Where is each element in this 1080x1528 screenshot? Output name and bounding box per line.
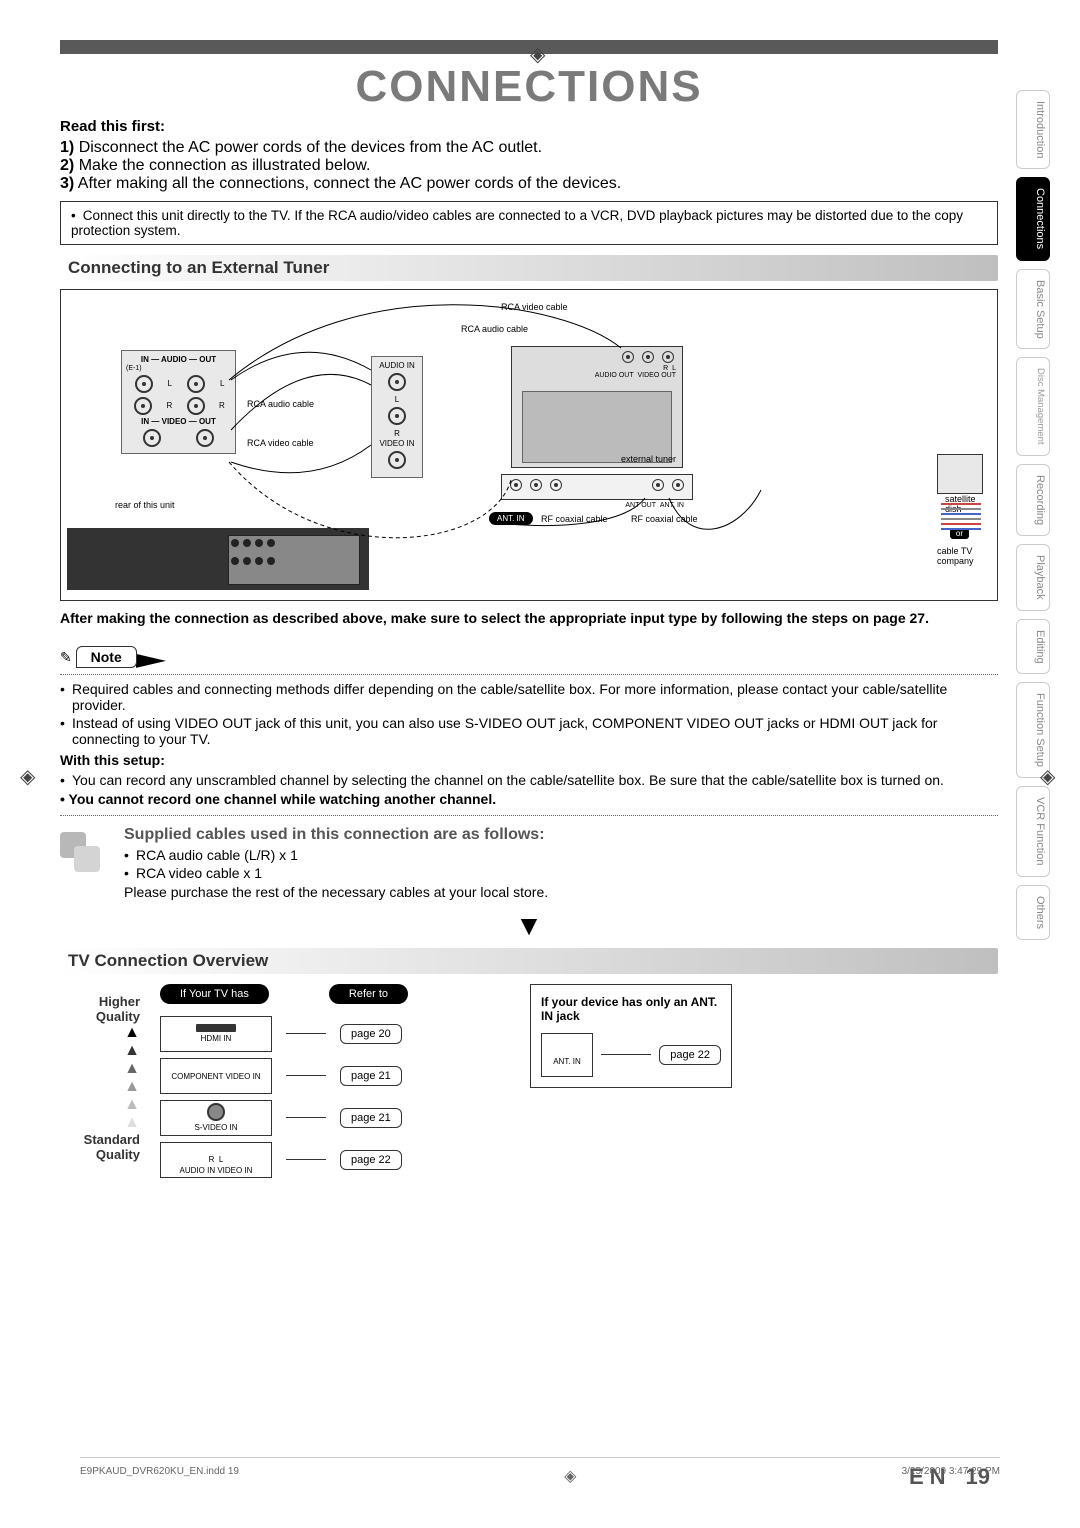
section-heading-overview: TV Connection Overview [60, 948, 998, 974]
note-item: Instead of using VIDEO OUT jack of this … [60, 715, 998, 747]
label-rf1: RF coaxial cable [541, 514, 608, 524]
step-text: Disconnect the AC power cords of the dev… [79, 139, 542, 156]
section-heading-tuner: Connecting to an External Tuner [60, 255, 998, 281]
svideo-in-box: S-VIDEO IN [160, 1100, 272, 1136]
with-setup-heading: With this setup: [60, 751, 998, 770]
tab-introduction[interactable]: Introduction [1016, 90, 1050, 169]
page-title: CONNECTIONS [60, 62, 998, 112]
label-rca-audio-cable: RCA audio cable [247, 399, 327, 409]
label-video-in: VIDEO IN [376, 439, 418, 449]
cannot-record-line: • You cannot record one channel while wa… [60, 790, 998, 809]
tab-playback[interactable]: Playback [1016, 544, 1050, 611]
supplied-icon [60, 832, 110, 882]
ant-in-jack-icon: ANT. IN [541, 1033, 593, 1077]
step-text: After making all the connections, connec… [78, 175, 621, 192]
main-content: CONNECTIONS Read this first: 1) Disconne… [60, 40, 1006, 1184]
label-rca-video-cable: RCA video cable [247, 438, 314, 448]
tab-connections[interactable]: Connections [1016, 177, 1050, 260]
label-in-audio-out: IN — AUDIO — OUT [126, 355, 231, 365]
cable-company-icon [941, 500, 981, 534]
supplied-item: RCA audio cable (L/R) x 1 [124, 847, 998, 863]
supplied-footnote: Please purchase the rest of the necessar… [124, 883, 998, 902]
note-flag: ✎ Note [60, 646, 998, 668]
note-label: Note [76, 646, 137, 668]
supplied-cables-box: Supplied cables used in this connection … [60, 826, 998, 902]
header-refer-to: Refer to [329, 984, 408, 1004]
read-first-heading: Read this first: [60, 118, 998, 135]
with-setup-list: You can record any unscrambled channel b… [60, 772, 998, 788]
quality-scale: Higher Quality ▲ ▲ ▲ ▲ ▲ ▲ Standard Qual… [60, 984, 140, 1162]
external-tuner-box: ANT OUT ANT. IN [501, 474, 693, 500]
down-arrow-icon: ▼ [60, 910, 998, 942]
unit-rear-illustration [67, 528, 369, 590]
page-ref: page 22 [659, 1045, 721, 1065]
step-text: Make the connection as illustrated below… [79, 157, 371, 174]
label-audio-in: AUDIO IN [376, 361, 418, 371]
header-bar [60, 40, 998, 54]
satellite-dish-icon [937, 454, 983, 494]
connection-diagram: IN — AUDIO — OUT (E-1) L L R R IN — VIDE… [60, 289, 998, 601]
print-metadata: E9PKAUD_DVR620KU_EN.indd 19 ◈ 3/25/2009 … [80, 1457, 1000, 1486]
step-num: 2) [60, 157, 74, 174]
indd-file: E9PKAUD_DVR620KU_EN.indd 19 [80, 1466, 239, 1486]
registration-mark-right: ◈ [1040, 764, 1060, 784]
supplied-title: Supplied cables used in this connection … [124, 826, 998, 844]
registration-mark-top: ◈ [530, 42, 550, 62]
ant-box-title: If your device has only an ANT. IN jack [541, 995, 721, 1023]
label-cable-company: cable TV company [937, 546, 987, 566]
label-e1: (E-1) [126, 365, 231, 373]
caution-text: Connect this unit directly to the TV. If… [71, 208, 963, 238]
label-external-tuner: external tuner [621, 454, 676, 464]
label-rear: rear of this unit [115, 500, 175, 510]
tv-illustration: R LAUDIO OUT VIDEO OUT [511, 346, 683, 468]
tab-vcr-function[interactable]: VCR Function [1016, 786, 1050, 876]
label-rca-video-top: RCA video cable [501, 302, 568, 312]
header-if-tv-has: If Your TV has [160, 984, 269, 1004]
page-ref: page 21 [340, 1108, 402, 1128]
tab-basic-setup[interactable]: Basic Setup [1016, 269, 1050, 350]
ant-in-pill: ANT. IN [489, 512, 533, 525]
tab-recording[interactable]: Recording [1016, 464, 1050, 536]
page-ref: page 20 [340, 1024, 402, 1044]
tab-others[interactable]: Others [1016, 885, 1050, 940]
higher-quality-label: Higher Quality [60, 994, 140, 1024]
audio-video-in-box: R L AUDIO IN VIDEO IN [160, 1142, 272, 1178]
tv-overview-block: Higher Quality ▲ ▲ ▲ ▲ ▲ ▲ Standard Qual… [60, 984, 998, 1184]
label-in-video-out: IN — VIDEO — OUT [126, 417, 231, 427]
tab-disc-management[interactable]: Disc Management [1016, 357, 1050, 456]
note-list: Required cables and connecting methods d… [60, 681, 998, 747]
page-ref: page 22 [340, 1150, 402, 1170]
tab-editing[interactable]: Editing [1016, 619, 1050, 675]
after-connection-text: After making the connection as described… [60, 609, 998, 628]
standard-quality-label: Standard Quality [60, 1132, 140, 1162]
print-date: 3/25/2009 3:47:29 PM [902, 1466, 1000, 1486]
with-setup-item: You can record any unscrambled channel b… [60, 772, 998, 788]
page-ref: page 21 [340, 1066, 402, 1086]
ant-in-box: If your device has only an ANT. IN jack … [530, 984, 732, 1088]
chapter-tabs: Introduction Connections Basic Setup Dis… [1016, 40, 1050, 1184]
supplied-item: RCA video cable x 1 [124, 865, 998, 881]
read-first-steps: 1) Disconnect the AC power cords of the … [60, 139, 998, 193]
manual-page: ◈ ◈ ◈ CONNECTIONS Read this first: 1) Di… [0, 0, 1080, 1528]
caution-box: • Connect this unit directly to the TV. … [60, 201, 998, 245]
label-rca-audio-top: RCA audio cable [461, 324, 528, 334]
step-num: 1) [60, 139, 74, 156]
note-item: Required cables and connecting methods d… [60, 681, 998, 713]
registration-mark-left: ◈ [20, 764, 40, 784]
component-in-box: COMPONENT VIDEO IN [160, 1058, 272, 1094]
label-rf2: RF coaxial cable [631, 514, 698, 524]
step-num: 3) [60, 175, 74, 192]
connection-column: If Your TV has Refer to HDMI IN page 20 [160, 984, 510, 1184]
hdmi-in-box: HDMI IN [160, 1016, 272, 1052]
